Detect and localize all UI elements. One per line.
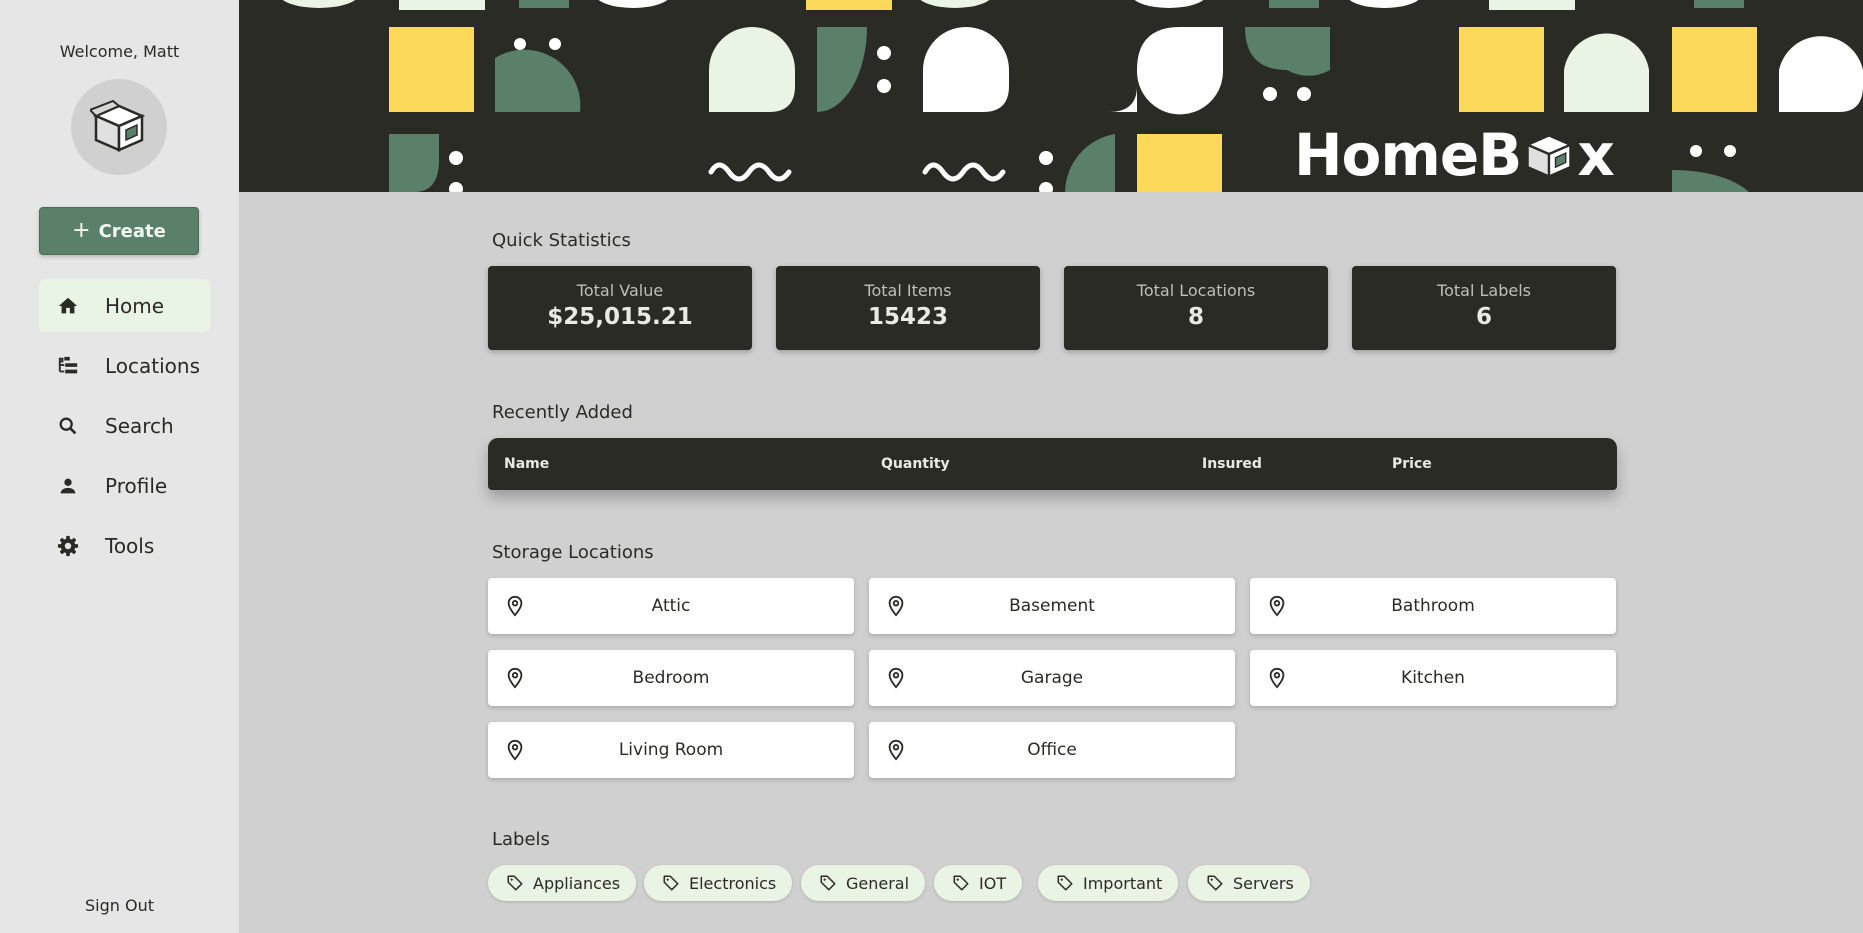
sidebar-nav: Home Locations Search Profile Tools (39, 279, 210, 579)
map-pin-icon (888, 595, 904, 617)
nav-label: Search (105, 413, 174, 438)
homebox-logo: HomeB x (1294, 121, 1615, 189)
label-name: Servers (1233, 873, 1294, 893)
location-name: Basement (1009, 596, 1095, 616)
stat-card-total-value: Total Value $25,015.21 (488, 266, 752, 350)
location-card-attic[interactable]: Attic (488, 578, 854, 634)
sidebar: Welcome, Matt + Create Home Locations Se… (0, 0, 239, 933)
stat-value: 8 (1187, 304, 1204, 330)
sign-out-link[interactable]: Sign Out (0, 896, 239, 915)
location-card-bedroom[interactable]: Bedroom (488, 650, 854, 706)
recently-added-title: Recently Added (492, 402, 633, 423)
column-header-insured[interactable]: Insured (1202, 456, 1262, 472)
label-chip-electronics[interactable]: Electronics (644, 865, 793, 901)
tag-icon (663, 875, 679, 891)
avatar (71, 79, 167, 175)
label-chip-iot[interactable]: IOT (934, 865, 1023, 901)
column-header-name[interactable]: Name (504, 456, 549, 472)
labels-title: Labels (492, 829, 550, 850)
stat-card-total-labels: Total Labels 6 (1352, 266, 1616, 350)
nav-label: Profile (105, 473, 168, 498)
person-icon (55, 473, 81, 499)
label-name: Appliances (533, 873, 621, 893)
stat-label: Total Items (864, 281, 952, 300)
tag-icon (953, 875, 969, 891)
nav-item-profile[interactable]: Profile (39, 459, 210, 512)
location-name: Garage (1020, 668, 1084, 688)
location-card-basement[interactable]: Basement (869, 578, 1235, 634)
map-pin-icon (888, 667, 904, 689)
nav-label: Tools (105, 533, 155, 558)
stat-label: Total Labels (1437, 281, 1531, 300)
box-logo-icon (1525, 134, 1574, 179)
location-name: Living Room (618, 740, 724, 760)
storage-locations-title: Storage Locations (492, 542, 654, 563)
header-banner: HomeB x (239, 0, 1863, 192)
gear-icon (55, 533, 81, 559)
stat-value: $25,015.21 (547, 304, 693, 330)
recent-items-table-header: Name Quantity Insured Price (488, 438, 1617, 490)
map-pin-icon (888, 739, 904, 761)
tag-icon (507, 875, 523, 891)
location-name: Kitchen (1401, 668, 1465, 688)
stat-value: 6 (1475, 304, 1492, 330)
map-pin-icon (507, 595, 523, 617)
home-icon (55, 293, 81, 319)
label-name: Electronics (689, 873, 777, 893)
nav-item-home[interactable]: Home (39, 279, 210, 332)
location-name: Office (1027, 740, 1077, 760)
welcome-text: Welcome, Matt (59, 42, 180, 61)
nav-item-tools[interactable]: Tools (39, 519, 210, 572)
label-name: General (846, 873, 910, 893)
tree-icon (55, 353, 81, 379)
column-header-quantity[interactable]: Quantity (881, 456, 950, 472)
stat-card-total-items: Total Items 15423 (776, 266, 1040, 350)
location-card-office[interactable]: Office (869, 722, 1235, 778)
map-pin-icon (1269, 667, 1285, 689)
stat-label: Total Locations (1136, 281, 1256, 300)
stat-label: Total Value (576, 281, 664, 300)
label-name: IOT (979, 873, 1007, 893)
quick-statistics-title: Quick Statistics (492, 230, 631, 251)
location-name: Bedroom (632, 668, 710, 688)
label-chip-general[interactable]: General (801, 865, 926, 901)
label-chip-appliances[interactable]: Appliances (488, 865, 637, 901)
plus-icon: + (72, 218, 91, 243)
map-pin-icon (507, 739, 523, 761)
tag-icon (1057, 875, 1073, 891)
search-icon (55, 413, 81, 439)
location-card-garage[interactable]: Garage (869, 650, 1235, 706)
label-name: Important (1083, 873, 1163, 893)
create-button[interactable]: + Create (39, 207, 199, 255)
nav-item-locations[interactable]: Locations (39, 339, 210, 392)
box-logo-icon (90, 99, 146, 152)
nav-label: Locations (105, 353, 201, 378)
label-chip-important[interactable]: Important (1038, 865, 1179, 901)
stat-card-total-locations: Total Locations 8 (1064, 266, 1328, 350)
column-header-price[interactable]: Price (1392, 456, 1432, 472)
nav-item-search[interactable]: Search (39, 399, 210, 452)
tag-icon (820, 875, 836, 891)
location-card-living-room[interactable]: Living Room (488, 722, 854, 778)
stat-value: 15423 (867, 304, 949, 330)
create-label: Create (98, 220, 166, 242)
map-pin-icon (1269, 595, 1285, 617)
nav-label: Home (105, 293, 165, 318)
label-chip-servers[interactable]: Servers (1188, 865, 1310, 901)
location-name: Attic (651, 596, 691, 616)
location-name: Bathroom (1391, 596, 1475, 616)
location-card-kitchen[interactable]: Kitchen (1250, 650, 1616, 706)
banner-pattern (282, 0, 1863, 192)
map-pin-icon (507, 667, 523, 689)
location-card-bathroom[interactable]: Bathroom (1250, 578, 1616, 634)
tag-icon (1207, 875, 1223, 891)
